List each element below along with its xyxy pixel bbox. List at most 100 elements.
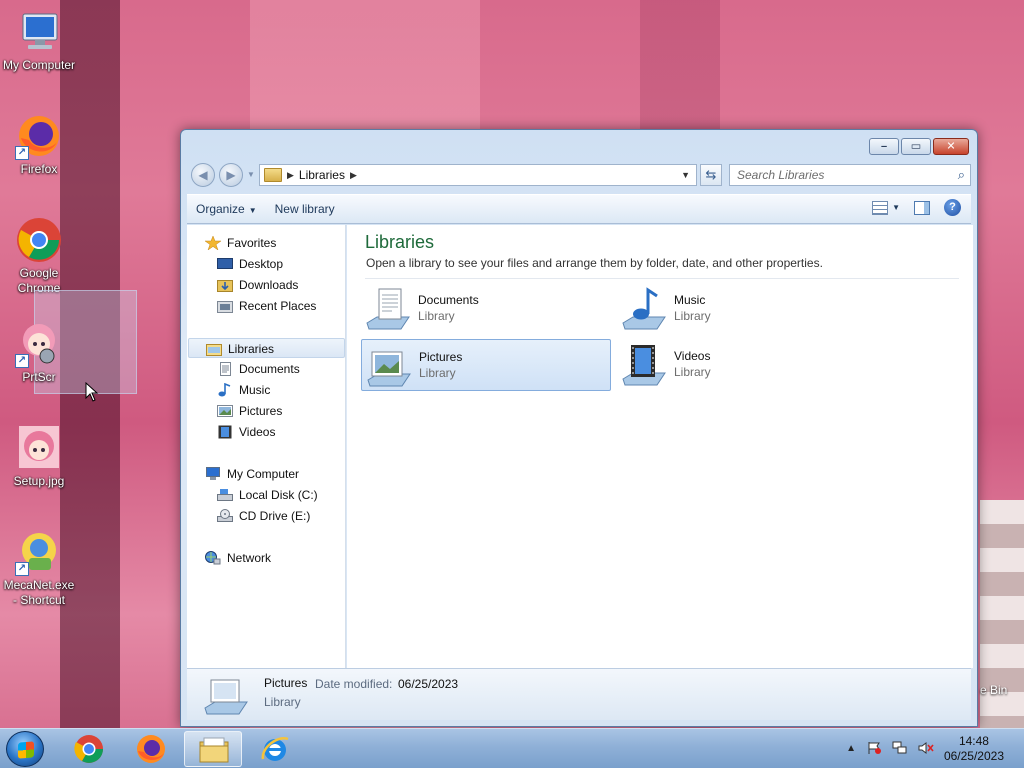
- film-icon: [217, 425, 233, 439]
- image-file-icon: [15, 424, 63, 472]
- details-item-name: Pictures: [264, 676, 308, 690]
- library-tile-documents[interactable]: Documents Library: [361, 283, 611, 335]
- speaker-muted-icon[interactable]: [918, 741, 934, 755]
- shortcut-arrow-icon: ↗: [15, 562, 29, 576]
- library-tile-pictures[interactable]: Pictures Library: [361, 339, 611, 391]
- organize-label: Organize: [196, 202, 245, 216]
- help-icon[interactable]: ?: [944, 199, 961, 216]
- nav-item-videos[interactable]: Videos: [217, 422, 275, 442]
- navigation-pane: Favorites Desktop Downloads Recent Place…: [187, 225, 346, 668]
- chrome-icon: [15, 216, 63, 264]
- libraries-folder-icon: [206, 342, 222, 356]
- nav-item-my-computer[interactable]: My Computer: [205, 464, 299, 484]
- minimize-button[interactable]: –: [869, 138, 899, 155]
- search-box[interactable]: ⌕: [729, 164, 971, 186]
- desktop-icon-chrome[interactable]: Google Chrome: [0, 216, 78, 296]
- videos-library-icon: [621, 343, 667, 387]
- chrome-icon: [74, 735, 103, 763]
- preview-pane-icon[interactable]: [914, 200, 930, 215]
- cd-drive-icon: [217, 509, 233, 523]
- change-view-icon[interactable]: [872, 200, 889, 215]
- refresh-button[interactable]: ⇆: [700, 164, 722, 186]
- search-input[interactable]: [730, 165, 940, 185]
- chevron-down-icon: ▼: [248, 206, 257, 215]
- nav-label: Pictures: [239, 404, 283, 418]
- nav-item-documents[interactable]: Documents: [217, 359, 300, 379]
- recent-places-icon: [217, 299, 233, 313]
- firefox-icon: [137, 735, 165, 763]
- nav-label: Videos: [239, 425, 276, 439]
- toolbar-right-group: ▼ ?: [872, 199, 961, 216]
- details-pane: Pictures Date modified: 06/25/2023 ﻿ Lib…: [187, 668, 971, 720]
- nav-label: Libraries: [228, 342, 275, 356]
- breadcrumb-chevron-icon[interactable]: ▶: [350, 170, 357, 181]
- maximize-button[interactable]: ▭: [901, 138, 931, 155]
- desktop-icon-prtscr[interactable]: ↗ PrtScr: [0, 320, 78, 385]
- breadcrumb-chevron-icon[interactable]: ▶: [287, 170, 294, 181]
- monitor-icon: [15, 8, 63, 56]
- taskbar-firefox[interactable]: [122, 731, 180, 767]
- nav-item-pictures[interactable]: Pictures: [217, 401, 282, 421]
- nav-item-downloads[interactable]: Downloads: [217, 275, 298, 295]
- taskbar-explorer[interactable]: [184, 731, 242, 767]
- desktop-icon-mecanet[interactable]: ↗ MecaNet.exe - Shortcut: [0, 528, 78, 608]
- nav-item-network[interactable]: Network: [205, 548, 271, 568]
- action-center-flag-icon[interactable]: [866, 741, 882, 755]
- network-status-icon[interactable]: [892, 741, 908, 755]
- documents-library-icon: [365, 287, 411, 331]
- forward-button[interactable]: ▶: [219, 163, 243, 187]
- start-button[interactable]: [6, 731, 44, 767]
- refresh-icon: ⇆: [705, 167, 717, 182]
- view-options-chevron-icon[interactable]: ▼: [892, 203, 900, 212]
- breadcrumb-libraries[interactable]: Libraries: [299, 168, 345, 182]
- shortcut-arrow-icon: ↗: [15, 354, 29, 368]
- taskbar: ▲ 14:48 06/25/2023: [0, 728, 1024, 768]
- address-dropdown-icon[interactable]: ▼: [681, 170, 690, 180]
- library-tile-videos[interactable]: Videos Library: [617, 339, 867, 391]
- library-name: Music: [674, 293, 706, 307]
- command-bar: Organize ▼ New library ▼ ?: [187, 194, 971, 224]
- recycle-bin-partial-label[interactable]: e Bin: [980, 683, 1007, 697]
- desktop-icon-setup-jpg[interactable]: Setup.jpg: [0, 424, 78, 489]
- close-button[interactable]: ✕: [933, 138, 969, 155]
- desktop-icon-my-computer[interactable]: My Computer: [0, 8, 78, 73]
- nav-item-desktop[interactable]: Desktop: [217, 254, 283, 274]
- recent-pages-dropdown-icon[interactable]: ▼: [247, 170, 255, 179]
- desktop-icon-label: Firefox: [20, 162, 58, 176]
- nav-item-favorites[interactable]: Favorites: [204, 233, 276, 253]
- nav-item-music[interactable]: Music: [217, 380, 270, 400]
- clock[interactable]: 14:48 06/25/2023: [944, 734, 1004, 764]
- nav-item-cd-drive[interactable]: CD Drive (E:): [217, 506, 310, 526]
- nav-item-recent-places[interactable]: Recent Places: [217, 296, 316, 316]
- close-icon: ✕: [946, 140, 956, 152]
- pictures-library-icon: [366, 344, 412, 388]
- search-icon[interactable]: ⌕: [958, 167, 965, 183]
- computer-icon: [205, 467, 221, 481]
- desktop-icon: [217, 257, 233, 271]
- show-hidden-icons-chevron-icon[interactable]: ▲: [846, 743, 856, 754]
- new-library-label: New library: [274, 202, 335, 216]
- nav-label: Local Disk (C:): [239, 488, 318, 502]
- taskbar-chrome[interactable]: [60, 731, 118, 767]
- details-date-label: Date modified:: [315, 677, 393, 691]
- back-button[interactable]: ◀: [191, 163, 215, 187]
- nav-item-libraries[interactable]: Libraries: [188, 338, 345, 358]
- taskbar-internet-explorer[interactable]: [246, 731, 304, 767]
- mecanet-icon: ↗: [15, 528, 63, 576]
- divider: [365, 278, 959, 279]
- clock-date: 06/25/2023: [943, 749, 1004, 763]
- nav-item-local-disk[interactable]: Local Disk (C:): [217, 485, 318, 505]
- nav-label: Music: [239, 383, 271, 397]
- desktop-icon-label: PrtScr: [22, 370, 56, 384]
- nav-label: Desktop: [239, 257, 284, 271]
- desktop-icon-firefox[interactable]: ↗ Firefox: [0, 112, 78, 177]
- hard-drive-icon: [217, 488, 233, 502]
- library-tile-music[interactable]: Music Library: [617, 283, 867, 335]
- nav-label: Downloads: [239, 278, 299, 292]
- nav-label: Documents: [239, 362, 300, 376]
- new-library-button[interactable]: New library: [266, 198, 344, 220]
- organize-button[interactable]: Organize ▼: [187, 198, 266, 220]
- explorer-window[interactable]: – ▭ ✕ ◀ ▶ ▼ ▶ Libraries ▶ ▼ ⇆ ⌕ Organize…: [180, 129, 978, 727]
- address-bar[interactable]: ▶ Libraries ▶ ▼: [259, 164, 697, 186]
- network-icon: [205, 551, 221, 565]
